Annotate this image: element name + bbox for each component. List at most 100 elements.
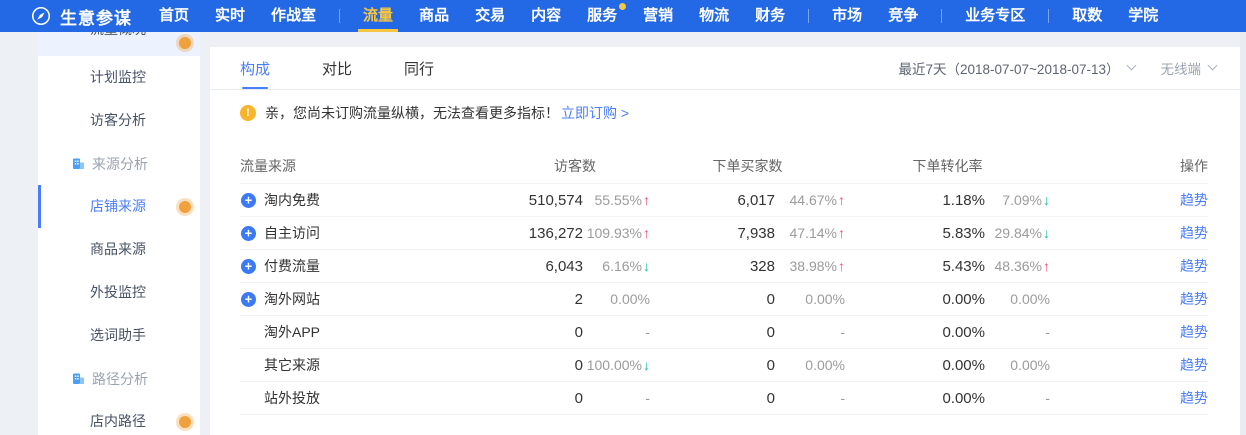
metric-value: 5.43% — [845, 258, 985, 275]
nav-item-财务[interactable]: 财务 — [742, 0, 798, 32]
sidebar-item-label: 店铺来源 — [90, 198, 146, 214]
source-cell: 淘外APP — [240, 322, 500, 342]
sidebar-item-店内路径[interactable]: 店内路径 — [38, 400, 200, 435]
trend-link[interactable]: 趋势 — [1180, 192, 1208, 208]
nav-item-物流[interactable]: 物流 — [686, 0, 742, 32]
traffic-source-table: 流量来源 访客数 下单买家数 下单转化率 操作 +淘内免费510,57455.5… — [240, 148, 1208, 415]
sycm-app: 生意参谋 首页实时作战室流量商品交易内容服务营销物流财务市场竞争业务专区取数学院… — [0, 0, 1246, 435]
trend-link[interactable]: 趋势 — [1180, 324, 1208, 340]
subscribe-link[interactable]: 立即订购 > — [561, 103, 629, 123]
up-arrow-icon: ↑ — [643, 192, 650, 208]
source-cell: + 付费流量 — [240, 256, 500, 276]
nav-item-竞争[interactable]: 竞争 — [875, 0, 931, 32]
metric-change: 55.55%↑ — [583, 192, 650, 208]
sidebar-item-选词助手[interactable]: 选词助手 — [38, 314, 200, 357]
sidebar-item-label: 外投监控 — [90, 284, 146, 300]
down-arrow-icon: ↓ — [1043, 225, 1050, 241]
sidebar-item-店铺来源[interactable]: 店铺来源 — [38, 185, 200, 228]
nav-item-市场[interactable]: 市场 — [819, 0, 875, 32]
brand-name[interactable]: 生意参谋 — [60, 4, 132, 29]
sidebar-item-商品来源[interactable]: 商品来源 — [38, 228, 200, 271]
building-icon — [72, 157, 85, 170]
expand-icon[interactable]: + — [241, 292, 256, 307]
sidebar-item-外投监控[interactable]: 外投监控 — [38, 271, 200, 314]
notice-text: 亲，您尚未订购流量纵横，无法查看更多指标！ — [265, 103, 559, 123]
page-body: 流量概况计划监控访客分析来源分析店铺来源商品来源外投监控选词助手路径分析店内路径… — [0, 32, 1246, 435]
sidebar-item-label: 访客分析 — [90, 112, 146, 128]
nav-divider — [1048, 9, 1049, 23]
sidebar-section-来源分析: 来源分析 — [38, 142, 200, 185]
metric-change: 100.00%↓ — [583, 357, 650, 373]
nav-item-实时[interactable]: 实时 — [202, 0, 258, 32]
source-name: 其它来源 — [264, 355, 320, 375]
source-name: 淘外网站 — [264, 289, 320, 309]
tab-同行[interactable]: 同行 — [404, 47, 434, 89]
metric-change: 0.00% — [985, 291, 1050, 307]
date-range-selector[interactable]: 最近7天（2018-07-07~2018-07-13） — [898, 58, 1134, 78]
metric-change: 48.36%↑ — [985, 258, 1050, 274]
nav-item-营销[interactable]: 营销 — [630, 0, 686, 32]
up-arrow-icon: ↑ — [1043, 258, 1050, 274]
down-arrow-icon: ↓ — [643, 357, 650, 373]
sidebar-item-label: 店内路径 — [90, 413, 146, 429]
metric-change: 0.00% — [583, 291, 650, 307]
trend-link[interactable]: 趋势 — [1180, 390, 1208, 406]
metric-change: - — [583, 324, 650, 340]
source-name: 付费流量 — [264, 256, 320, 276]
sidebar-item-流量概况[interactable]: 流量概况 — [38, 32, 200, 56]
metric-change: 109.93%↑ — [583, 225, 650, 241]
nav-item-交易[interactable]: 交易 — [462, 0, 518, 32]
expand-icon[interactable]: + — [241, 226, 256, 241]
compass-logo-icon[interactable] — [30, 5, 52, 27]
trend-link[interactable]: 趋势 — [1180, 291, 1208, 307]
nav-item-流量[interactable]: 流量 — [350, 0, 406, 32]
table-row: 站外投放0-0-0.00%-趋势 — [240, 382, 1208, 415]
metric-value: 7,938 — [650, 225, 775, 242]
nav-item-学院[interactable]: 学院 — [1115, 0, 1171, 32]
sidebar-item-label: 商品来源 — [90, 241, 146, 257]
metric-value: 0 — [500, 357, 583, 374]
expand-icon[interactable]: + — [241, 259, 256, 274]
nav-item-首页[interactable]: 首页 — [146, 0, 202, 32]
scrollbar[interactable] — [1240, 32, 1246, 435]
expand-icon[interactable]: + — [241, 193, 256, 208]
down-arrow-icon: ↓ — [1043, 192, 1050, 208]
metric-value: 2 — [500, 291, 583, 308]
nav-item-作战室[interactable]: 作战室 — [258, 0, 329, 32]
trend-link[interactable]: 趋势 — [1180, 357, 1208, 373]
nav-item-服务[interactable]: 服务 — [574, 0, 630, 32]
action-cell: 趋势 — [1050, 355, 1208, 375]
down-arrow-icon: ↓ — [643, 258, 650, 274]
source-cell: +淘内免费 — [240, 190, 500, 210]
table-row: +淘内免费510,57455.55%↑6,01744.67%↑1.18%7.09… — [240, 184, 1208, 217]
nav-item-业务专区[interactable]: 业务专区 — [952, 0, 1038, 32]
nav-item-内容[interactable]: 内容 — [518, 0, 574, 32]
metric-value: 5.83% — [845, 225, 985, 242]
new-badge-dot-icon — [179, 416, 191, 428]
terminal-selector[interactable]: 无线端 — [1161, 58, 1217, 78]
source-cell: 其它来源 — [240, 355, 500, 375]
trend-link[interactable]: 趋势 — [1180, 258, 1208, 274]
metric-value: 0 — [650, 324, 775, 341]
source-cell: + 淘外网站 — [240, 289, 500, 309]
sidebar-item-计划监控[interactable]: 计划监控 — [38, 56, 200, 99]
metric-value: 0.00% — [845, 291, 985, 308]
table-row: 其它来源0100.00%↓00.00%0.00%0.00%趋势 — [240, 349, 1208, 382]
tab-对比[interactable]: 对比 — [322, 47, 352, 89]
metric-change: 29.84%↓ — [985, 225, 1050, 241]
source-name: 自主访问 — [264, 223, 320, 243]
tab-构成[interactable]: 构成 — [240, 47, 270, 89]
metric-change: - — [985, 324, 1050, 340]
metric-value: 0 — [650, 357, 775, 374]
metric-change: - — [583, 390, 650, 406]
new-badge-dot-icon — [179, 37, 191, 49]
metric-value: 6,043 — [500, 258, 583, 275]
action-cell: 趋势 — [1050, 223, 1208, 243]
column-header-visitors: 访客数 — [500, 156, 650, 176]
sidebar-item-访客分析[interactable]: 访客分析 — [38, 99, 200, 142]
nav-item-商品[interactable]: 商品 — [406, 0, 462, 32]
trend-link[interactable]: 趋势 — [1180, 225, 1208, 241]
nav-item-取数[interactable]: 取数 — [1059, 0, 1115, 32]
action-cell: 趋势 — [1050, 256, 1208, 276]
up-arrow-icon: ↑ — [838, 258, 845, 274]
